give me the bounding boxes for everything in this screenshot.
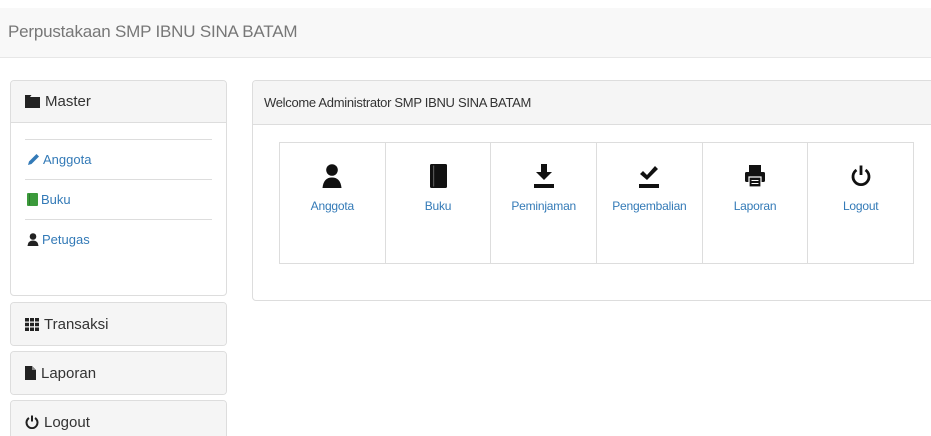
navbar-brand[interactable]: Perpustakaan SMP IBNU SINA BATAM <box>8 22 298 42</box>
navbar: Perpustakaan SMP IBNU SINA BATAM <box>0 8 931 58</box>
sidebar-transaksi-header[interactable]: Transaksi <box>11 303 226 345</box>
sidebar-item-label: Petugas <box>42 232 90 247</box>
power-icon <box>25 415 39 429</box>
tile-label: Buku <box>424 199 452 213</box>
book-icon <box>27 193 38 206</box>
sidebar-panel-laporan[interactable]: Laporan <box>10 351 227 395</box>
file-icon <box>25 366 36 380</box>
sidebar-master-title: Master <box>45 93 91 110</box>
sidebar-panel-logout[interactable]: Logout <box>10 400 227 436</box>
tile-peminjaman[interactable]: Peminjaman <box>491 143 598 263</box>
welcome-header: Welcome Administrator SMP IBNU SINA BATA… <box>253 81 931 125</box>
sidebar-logout-header[interactable]: Logout <box>11 401 226 436</box>
sidebar-laporan-header[interactable]: Laporan <box>11 352 226 394</box>
tile-label: Anggota <box>310 199 355 213</box>
tile-label: Pengembalian <box>612 199 687 213</box>
sidebar-master-list: Anggota Buku Petugas <box>11 123 226 259</box>
sidebar-logout-title: Logout <box>44 413 90 431</box>
download-icon <box>533 164 554 188</box>
sidebar-panel-master: Master Anggota Buku Petugas <box>10 80 227 296</box>
pencil-icon <box>28 154 39 165</box>
power-icon <box>851 165 871 187</box>
tile-label: Laporan <box>733 199 777 213</box>
tile-buku[interactable]: Buku <box>386 143 492 263</box>
print-icon <box>745 165 766 188</box>
user-icon <box>322 164 342 188</box>
sidebar-item-label: Buku <box>41 192 71 207</box>
tile-anggota[interactable]: Anggota <box>280 143 386 263</box>
sidebar-item-petugas[interactable]: Petugas <box>25 219 212 259</box>
folder-icon <box>25 95 40 108</box>
tile-label: Logout <box>842 199 879 213</box>
tile-laporan[interactable]: Laporan <box>703 143 809 263</box>
check-icon <box>639 166 660 188</box>
sidebar-panel-transaksi[interactable]: Transaksi <box>10 302 227 346</box>
sidebar-master-header[interactable]: Master <box>11 81 226 123</box>
grid-icon <box>25 317 39 331</box>
tile-label: Peminjaman <box>511 199 577 213</box>
user-icon <box>27 233 39 246</box>
sidebar-transaksi-title: Transaksi <box>44 315 109 333</box>
tile-pengembalian[interactable]: Pengembalian <box>597 143 703 263</box>
sidebar-item-label: Anggota <box>43 152 92 167</box>
sidebar-item-anggota[interactable]: Anggota <box>25 139 212 179</box>
sidebar-item-buku[interactable]: Buku <box>25 179 212 219</box>
main-panel: Welcome Administrator SMP IBNU SINA BATA… <box>252 80 931 301</box>
tile-logout[interactable]: Logout <box>808 143 913 263</box>
sidebar-laporan-title: Laporan <box>41 364 97 382</box>
dashboard-tiles: Anggota Buku Peminjaman Pengembalian Lap… <box>279 142 914 264</box>
book-icon <box>429 164 447 188</box>
